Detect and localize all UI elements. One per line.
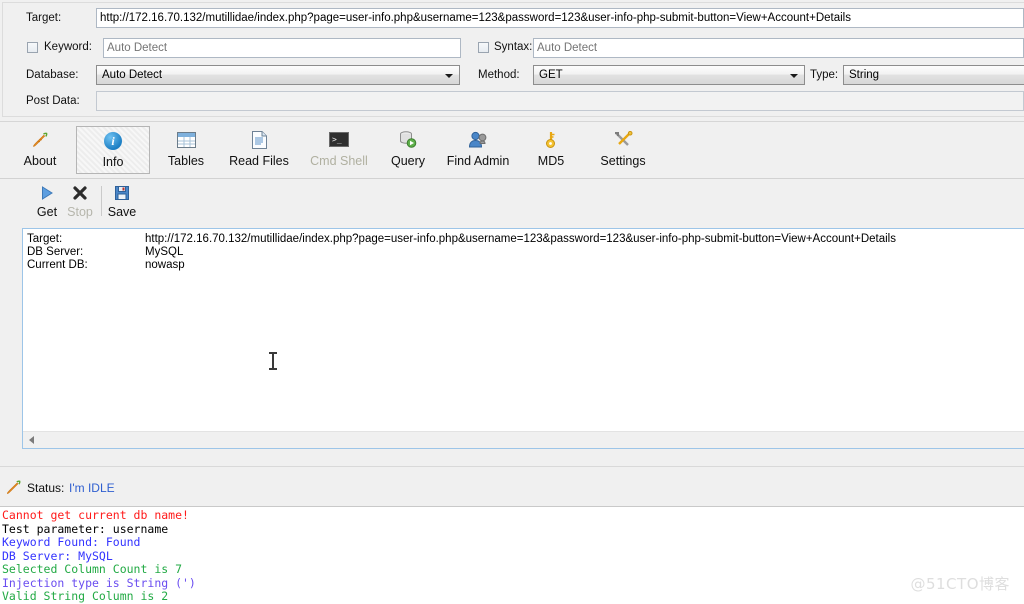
database-label: Database:	[26, 69, 79, 81]
result-row-current-db: Current DB: nowasp	[27, 259, 1024, 272]
document-icon	[220, 129, 298, 151]
database-run-icon	[382, 129, 434, 151]
toolbar-item-find-admin[interactable]: Find Admin	[438, 126, 518, 174]
result-key: Current DB:	[27, 259, 88, 271]
toolbar-item-settings-label: Settings	[600, 154, 646, 168]
get-button-label: Get	[36, 205, 58, 219]
method-select-value: GET	[539, 69, 563, 81]
toolbar-item-settings[interactable]: Settings	[584, 126, 662, 174]
result-row-target: Target: http://172.16.70.132/mutillidae/i…	[27, 233, 1024, 246]
toolbar-item-read-files-label: Read Files	[229, 154, 289, 168]
get-button[interactable]: Get	[29, 182, 65, 219]
keyword-checkbox[interactable]	[27, 42, 38, 53]
toolbar-item-about-label: About	[23, 154, 57, 168]
database-select-value: Auto Detect	[102, 69, 163, 81]
status-value: I'm IDLE	[69, 481, 115, 495]
toolbar-item-tables-label: Tables	[167, 154, 205, 168]
syntax-label: Syntax:	[494, 41, 533, 53]
result-key: Target:	[27, 233, 63, 245]
result-value: http://172.16.70.132/mutillidae/index.ph…	[145, 233, 896, 245]
chevron-down-icon	[790, 74, 798, 78]
status-label: Status:	[27, 481, 65, 495]
syntax-input[interactable]	[533, 38, 1024, 58]
toolbar-item-info-label: Info	[102, 155, 124, 169]
user-search-icon	[438, 129, 518, 151]
toolbar-item-cmd-shell[interactable]: >_ Cmd Shell	[300, 126, 378, 174]
svg-text:>_: >_	[332, 135, 342, 144]
target-label: Target:	[26, 12, 62, 24]
toolbar-item-about[interactable]: About	[12, 126, 68, 174]
toolbar-item-find-admin-label: Find Admin	[446, 154, 510, 168]
results-content: Target: http://172.16.70.132/mutillidae/i…	[23, 229, 1024, 431]
toolbar-item-query[interactable]: Query	[382, 126, 434, 174]
post-data-input[interactable]	[96, 91, 1024, 111]
type-label: Type:	[810, 69, 839, 81]
toolbar-item-info[interactable]: i Info	[76, 126, 150, 174]
scroll-left-arrow-icon[interactable]	[29, 436, 34, 444]
save-button-label: Save	[107, 205, 137, 219]
keyword-label: Keyword:	[44, 41, 92, 53]
type-select[interactable]: String	[843, 65, 1024, 85]
info-icon: i	[77, 130, 149, 152]
log-line: Keyword Found: Found	[2, 535, 141, 549]
database-select[interactable]: Auto Detect	[96, 65, 460, 85]
action-toolbar: Get Stop Save	[0, 179, 1024, 228]
stop-button-label: Stop	[67, 205, 93, 219]
key-icon	[528, 129, 574, 151]
toolbar-item-read-files[interactable]: Read Files	[220, 126, 298, 174]
log-line: Injection type is String (')	[2, 575, 196, 590]
table-icon	[158, 129, 214, 151]
close-x-icon	[62, 182, 98, 204]
toolbar-item-md5-label: MD5	[537, 154, 565, 168]
carrot-icon	[12, 129, 68, 151]
stop-button[interactable]: Stop	[62, 182, 98, 219]
status-bar: Status: I'm IDLE	[0, 466, 1024, 507]
target-input[interactable]	[96, 8, 1024, 28]
syntax-checkbox[interactable]	[478, 42, 489, 53]
carrot-icon	[5, 479, 22, 499]
results-horizontal-scrollbar[interactable]	[23, 431, 1024, 448]
toolbar-divider	[101, 186, 102, 216]
tools-icon	[584, 129, 662, 151]
method-label: Method:	[478, 69, 520, 81]
main-toolbar: About i Info Tables Read Files >_ Cmd Sh…	[0, 122, 1024, 179]
log-line: Test parameter: username	[2, 521, 169, 536]
play-icon	[29, 182, 65, 204]
log-panel[interactable]: Cannot get current db name! Test paramet…	[0, 506, 1024, 604]
save-button[interactable]: Save	[104, 182, 140, 219]
log-line: DB Server: MySQL	[2, 548, 113, 563]
results-panel[interactable]: Target: http://172.16.70.132/mutillidae/i…	[22, 228, 1024, 449]
toolbar-item-cmd-shell-label: Cmd Shell	[310, 154, 368, 168]
toolbar-item-md5[interactable]: MD5	[528, 126, 574, 174]
toolbar-item-tables[interactable]: Tables	[158, 126, 214, 174]
result-value: nowasp	[145, 259, 185, 271]
keyword-input[interactable]	[103, 38, 461, 58]
floppy-disk-icon	[104, 182, 140, 204]
result-value: MySQL	[145, 246, 184, 258]
result-key: DB Server:	[27, 246, 84, 258]
toolbar-item-query-label: Query	[390, 154, 426, 168]
type-select-value: String	[849, 69, 880, 81]
watermark: @51CTO博客	[910, 575, 1010, 593]
log-line: Cannot get current db name!	[2, 508, 189, 522]
post-data-label: Post Data:	[26, 95, 80, 107]
chevron-down-icon	[445, 74, 453, 78]
method-select[interactable]: GET	[533, 65, 805, 85]
result-row-db-server: DB Server: MySQL	[27, 246, 1024, 259]
log-line: Selected Column Count is 7	[2, 562, 183, 576]
request-form-panel: Target: Keyword: Syntax: Database: Auto …	[0, 0, 1024, 122]
console-icon: >_	[300, 129, 378, 151]
log-line: Valid String Column is 2	[2, 589, 169, 603]
